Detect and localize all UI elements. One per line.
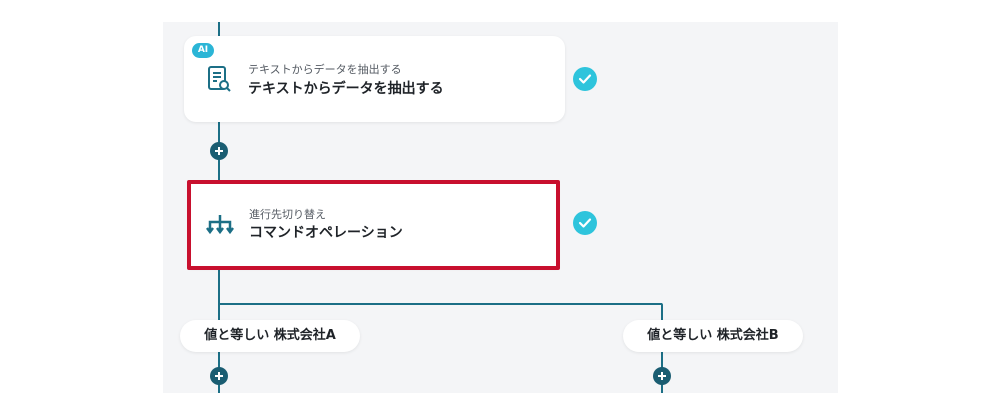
branch-label-b[interactable]: 値と等しい 株式会社B <box>623 320 803 352</box>
branch-label-a[interactable]: 値と等しい 株式会社A <box>180 320 360 352</box>
branch-connector-horizontal <box>218 303 662 305</box>
add-step-button[interactable] <box>210 367 228 385</box>
document-search-icon <box>204 64 234 94</box>
add-step-button[interactable] <box>653 367 671 385</box>
connector-line <box>218 22 220 36</box>
add-step-button[interactable] <box>210 142 228 160</box>
step-title: テキストからデータを抽出する <box>248 81 444 97</box>
step-card-extract-text[interactable]: テキストからデータを抽出する テキストからデータを抽出する <box>184 36 565 122</box>
check-icon <box>573 211 597 235</box>
step-subtitle: テキストからデータを抽出する <box>248 63 402 76</box>
highlight-frame <box>187 180 560 270</box>
ai-badge: AI <box>192 43 214 58</box>
check-icon <box>573 67 597 91</box>
